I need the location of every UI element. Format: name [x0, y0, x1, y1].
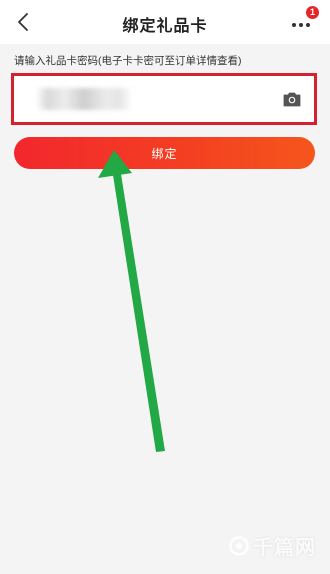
watermark: 千篇网	[229, 531, 316, 560]
watermark-text: 千篇网	[253, 537, 316, 559]
annotation-arrow	[98, 150, 165, 452]
watermark-logo-icon	[229, 535, 249, 556]
